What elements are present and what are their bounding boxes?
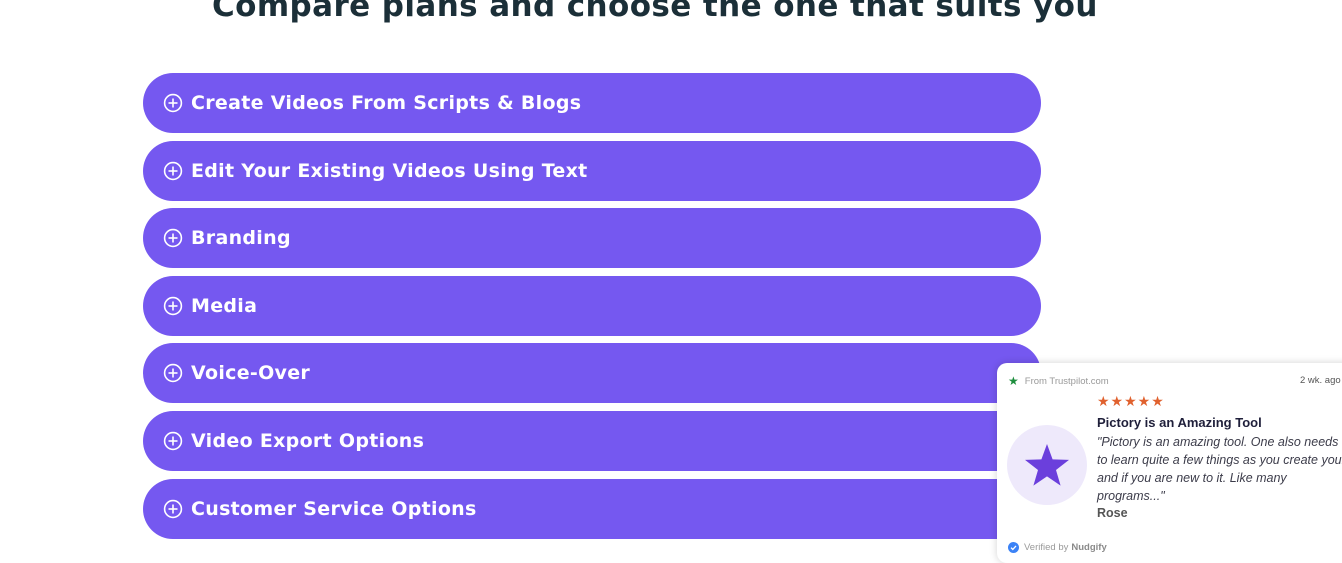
accordion-item-label: Branding: [191, 227, 291, 250]
accordion-item-edit-videos[interactable]: Edit Your Existing Videos Using Text: [143, 140, 1041, 201]
avatar: [1007, 425, 1087, 505]
plus-circle-icon: [163, 431, 183, 451]
accordion-item-create-videos[interactable]: Create Videos From Scripts & Blogs: [143, 73, 1041, 133]
review-title: Pictory is an Amazing Tool: [1097, 415, 1262, 430]
notification-source-label: From Trustpilot.com: [1024, 375, 1109, 387]
plus-circle-icon: [163, 93, 183, 113]
accordion-item-branding[interactable]: Branding: [143, 208, 1041, 269]
notification-source: ★ From Trustpilot.com: [1008, 375, 1109, 387]
verified-badge: Verified by Nudgify: [1008, 542, 1107, 553]
accordion-item-label: Voice-Over: [191, 362, 311, 385]
accordion-item-label: Media: [191, 294, 258, 317]
accordion-item-media[interactable]: Media: [143, 275, 1041, 336]
accordion-item-label: Create Videos From Scripts & Blogs: [191, 92, 582, 114]
page-title: Compare plans and choose the one that su…: [212, 0, 1098, 24]
notification-time: 2 wk. ago: [1300, 375, 1341, 386]
star-rating: ★★★★★: [1097, 393, 1165, 409]
accordion-item-label: Edit Your Existing Videos Using Text: [191, 159, 588, 182]
accordion-item-customer-service[interactable]: Customer Service Options: [143, 478, 1041, 539]
review-notification[interactable]: ★ From Trustpilot.com 2 wk. ago ★★★★★ Pi…: [997, 363, 1342, 563]
star-icon: [1025, 444, 1069, 486]
review-quote: "Pictory is an amazing tool. One also ne…: [1097, 435, 1342, 503]
plus-circle-icon: [163, 296, 183, 316]
accordion-item-voice-over[interactable]: Voice-Over: [143, 343, 1041, 404]
features-accordion: Create Videos From Scripts & Blogs Edit …: [143, 73, 1041, 546]
page: Compare plans and choose the one that su…: [0, 0, 1342, 563]
plus-circle-icon: [163, 161, 183, 181]
plus-circle-icon: [163, 499, 183, 519]
check-circle-icon: [1008, 542, 1019, 553]
verified-prefix: Verified by: [1024, 542, 1069, 553]
review-author: Rose: [1097, 506, 1128, 520]
trustpilot-star-icon: ★: [1008, 374, 1019, 388]
accordion-item-label: Customer Service Options: [191, 497, 477, 520]
verified-brand: Nudgify: [1071, 542, 1107, 553]
accordion-item-video-export[interactable]: Video Export Options: [143, 410, 1041, 471]
accordion-item-label: Video Export Options: [191, 429, 425, 452]
plus-circle-icon: [163, 363, 183, 383]
plus-circle-icon: [163, 228, 183, 248]
